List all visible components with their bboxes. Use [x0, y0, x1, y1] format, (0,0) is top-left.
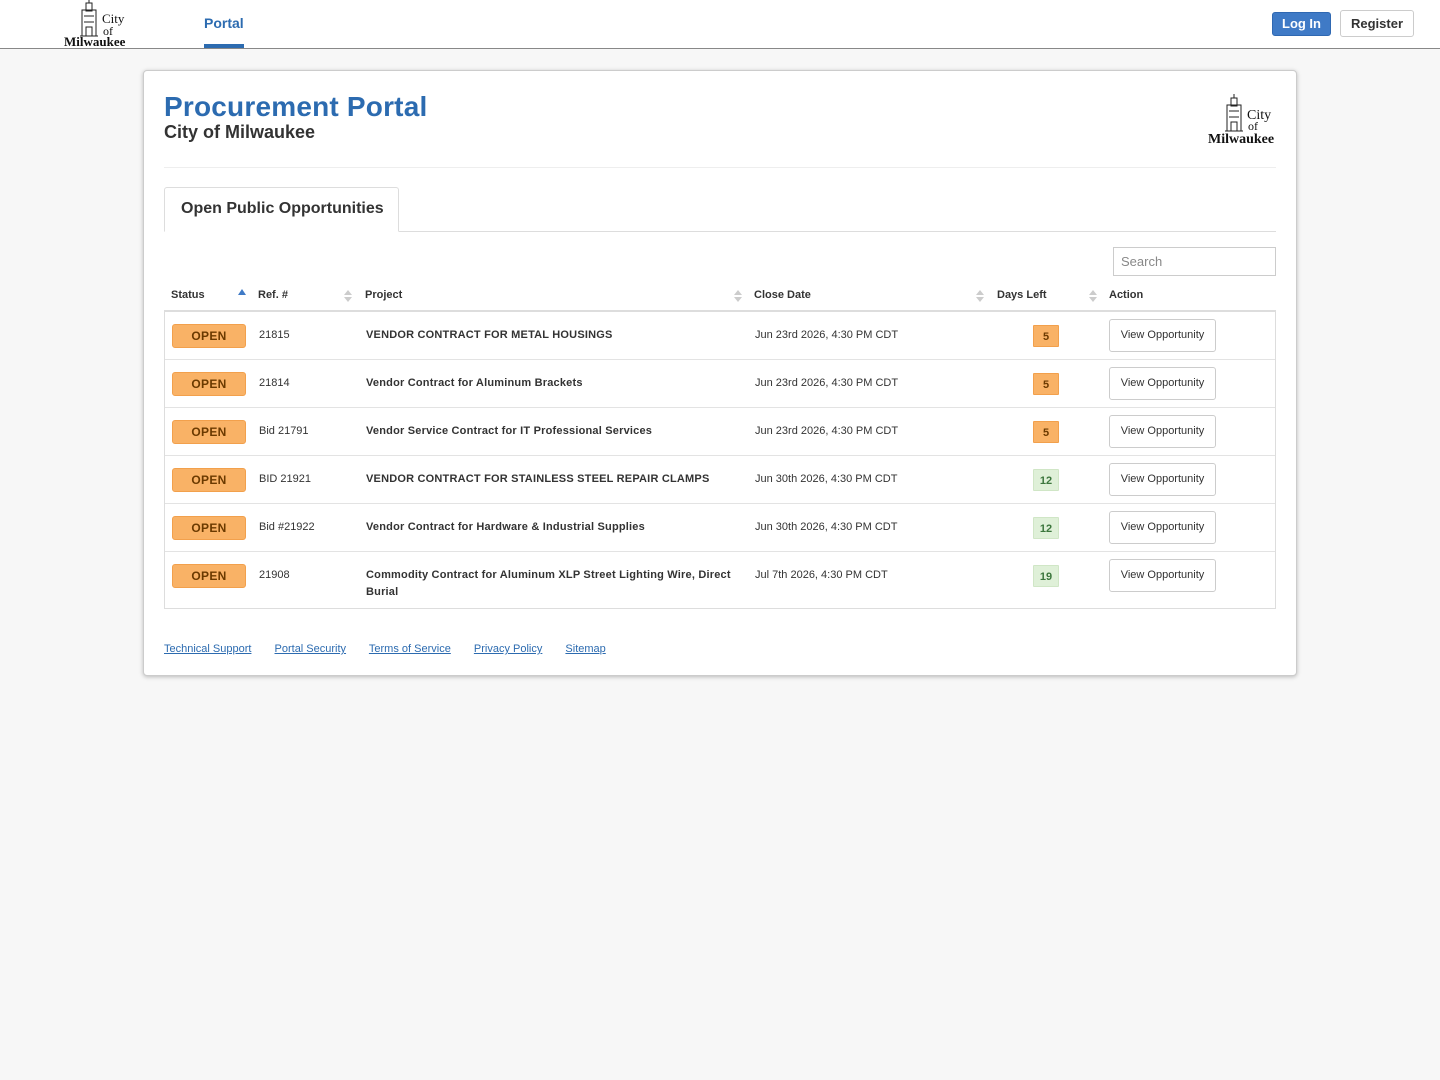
svg-text:Milwaukee: Milwaukee [1208, 132, 1274, 145]
tab-open-public-opportunities[interactable]: Open Public Opportunities [164, 187, 399, 232]
status-badge: OPEN [172, 564, 246, 588]
link-portal-security[interactable]: Portal Security [275, 643, 347, 655]
status-badge: OPEN [172, 516, 246, 540]
link-technical-support[interactable]: Technical Support [164, 643, 251, 655]
footer-links: Technical Support Portal Security Terms … [164, 643, 626, 655]
days-left-badge: 5 [1033, 373, 1059, 395]
status-badge: OPEN [172, 324, 246, 348]
close-date: Jun 30th 2026, 4:30 PM CDT [755, 473, 898, 485]
table-row: OPEN 21814 Vendor Contract for Aluminum … [165, 360, 1275, 408]
days-left-badge: 5 [1033, 421, 1059, 443]
sort-asc-icon[interactable] [238, 288, 246, 304]
portal-card: Procurement Portal City of Milwaukee Cit… [143, 70, 1297, 676]
sort-both-icon[interactable] [734, 288, 742, 304]
status-badge: OPEN [172, 372, 246, 396]
table-row: OPEN Bid #21922 Vendor Contract for Hard… [165, 504, 1275, 552]
link-terms-of-service[interactable]: Terms of Service [369, 643, 451, 655]
close-date: Jun 23rd 2026, 4:30 PM CDT [755, 425, 899, 437]
table-row: OPEN Bid 21791 Vendor Service Contract f… [165, 408, 1275, 456]
project-name: Commodity Contract for Aluminum XLP Stre… [366, 569, 731, 598]
top-navbar: City of Milwaukee Portal Log In Register [0, 0, 1440, 49]
view-opportunity-button[interactable]: View Opportunity [1109, 367, 1216, 400]
close-date: Jun 30th 2026, 4:30 PM CDT [755, 521, 898, 533]
svg-text:Milwaukee: Milwaukee [64, 34, 126, 48]
status-badge: OPEN [172, 420, 246, 444]
nav-tab-portal[interactable]: Portal [204, 0, 244, 48]
project-name: Vendor Contract for Hardware & Industria… [366, 521, 645, 533]
link-privacy-policy[interactable]: Privacy Policy [474, 643, 542, 655]
close-date: Jun 23rd 2026, 4:30 PM CDT [755, 329, 899, 341]
table-row: OPEN 21908 Commodity Contract for Alumin… [165, 552, 1275, 608]
search-input[interactable] [1113, 247, 1276, 276]
sort-both-icon[interactable] [976, 288, 984, 304]
column-header-action: Action [1109, 289, 1144, 301]
close-date: Jun 23rd 2026, 4:30 PM CDT [755, 377, 899, 389]
column-header-ref[interactable]: Ref. # [258, 283, 288, 310]
days-left-badge: 12 [1033, 469, 1059, 491]
page-title: Procurement Portal [164, 91, 428, 122]
city-logo[interactable]: City of Milwaukee [62, 0, 132, 49]
city-logo-large: City of Milwaukee [1207, 93, 1277, 147]
project-name: Vendor Service Contract for IT Professio… [366, 425, 653, 437]
sort-both-icon[interactable] [344, 288, 352, 304]
view-opportunity-button[interactable]: View Opportunity [1109, 559, 1216, 592]
ref-number: Bid #21922 [259, 521, 315, 533]
view-opportunity-button[interactable]: View Opportunity [1109, 415, 1216, 448]
days-left-badge: 19 [1033, 565, 1059, 587]
view-opportunity-button[interactable]: View Opportunity [1109, 511, 1216, 544]
ref-number: 21814 [259, 377, 290, 389]
column-header-status[interactable]: Status [171, 283, 205, 310]
login-button[interactable]: Log In [1272, 12, 1331, 36]
view-opportunity-button[interactable]: View Opportunity [1109, 319, 1216, 352]
register-button[interactable]: Register [1340, 10, 1414, 37]
sort-both-icon[interactable] [1089, 288, 1097, 304]
ref-number: Bid 21791 [259, 425, 309, 437]
svg-text:of: of [1248, 119, 1258, 133]
header-divider [164, 167, 1276, 168]
days-left-badge: 12 [1033, 517, 1059, 539]
opportunities-table: OPEN 21815 VENDOR CONTRACT FOR METAL HOU… [164, 312, 1276, 609]
table-row: OPEN 21815 VENDOR CONTRACT FOR METAL HOU… [165, 312, 1275, 360]
view-opportunity-button[interactable]: View Opportunity [1109, 463, 1216, 496]
ref-number: BID 21921 [259, 473, 311, 485]
column-header-project[interactable]: Project [365, 283, 402, 310]
status-badge: OPEN [172, 468, 246, 492]
column-header-days-left[interactable]: Days Left [997, 283, 1047, 310]
table-row: OPEN BID 21921 VENDOR CONTRACT FOR STAIN… [165, 456, 1275, 504]
project-name: VENDOR CONTRACT FOR STAINLESS STEEL REPA… [366, 473, 710, 485]
close-date: Jul 7th 2026, 4:30 PM CDT [755, 569, 888, 581]
project-name: VENDOR CONTRACT FOR METAL HOUSINGS [366, 329, 613, 341]
project-name: Vendor Contract for Aluminum Brackets [366, 377, 583, 389]
days-left-badge: 5 [1033, 325, 1059, 347]
column-header-close-date[interactable]: Close Date [754, 283, 811, 310]
table-header: Status Ref. # Project Close Date Days Le… [164, 283, 1276, 312]
ref-number: 21908 [259, 569, 290, 581]
ref-number: 21815 [259, 329, 290, 341]
link-sitemap[interactable]: Sitemap [565, 643, 605, 655]
page-subtitle: City of Milwaukee [164, 122, 316, 142]
